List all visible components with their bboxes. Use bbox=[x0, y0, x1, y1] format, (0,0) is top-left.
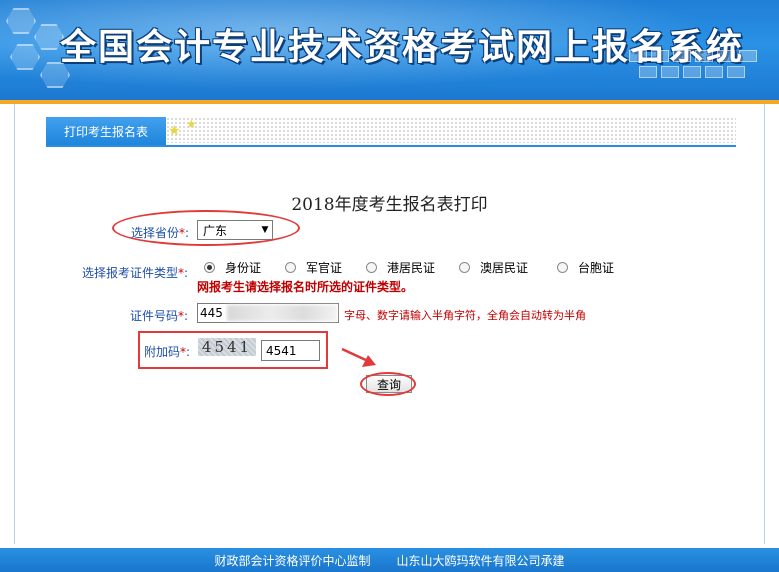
radio-button[interactable] bbox=[557, 262, 568, 273]
tab-print-registration[interactable]: 打印考生报名表 bbox=[46, 117, 166, 145]
idnum-hint: 字母、数字请输入半角字符，全角会自动转为半角 bbox=[344, 309, 586, 322]
idnum-input[interactable]: 445 bbox=[197, 303, 339, 323]
header-banner: 全国会计专业技术资格考试网上报名系统 bbox=[0, 0, 779, 100]
radio-hk-resident[interactable]: 港居民证 bbox=[366, 259, 435, 276]
idnum-input-value: 445 bbox=[200, 306, 223, 320]
idnum-label-text: 证件号码 bbox=[130, 309, 179, 323]
radio-label: 军官证 bbox=[306, 261, 343, 275]
frame-border-left bbox=[14, 104, 15, 544]
radio-label: 港居民证 bbox=[387, 261, 436, 275]
radio-button[interactable] bbox=[204, 262, 215, 273]
radio-button[interactable] bbox=[459, 262, 470, 273]
idtype-label-text: 选择报考证件类型 bbox=[82, 266, 179, 280]
idnum-label: 证件号码*: bbox=[130, 309, 189, 323]
frame-border-right bbox=[764, 104, 765, 544]
tab-underline bbox=[46, 145, 736, 147]
page-title: 2018年度考生报名表打印 bbox=[291, 195, 488, 215]
annotation-ellipse-query bbox=[360, 372, 416, 396]
footer-supervisor: 财政部会计资格评价中心监制 bbox=[214, 553, 371, 568]
radio-label: 台胞证 bbox=[578, 261, 615, 275]
required-mark: * bbox=[178, 309, 185, 323]
star-icon: ★ bbox=[168, 123, 181, 139]
radio-label: 身份证 bbox=[225, 261, 262, 275]
radio-id-card[interactable]: 身份证 bbox=[204, 259, 261, 276]
idtype-warning: 网报考生请选择报名时所选的证件类型。 bbox=[197, 280, 414, 294]
annotation-arrow-icon bbox=[341, 347, 376, 367]
footer-builder: 山东山大鸥玛软件有限公司承建 bbox=[396, 553, 565, 568]
radio-label: 澳居民证 bbox=[480, 261, 529, 275]
radio-button[interactable] bbox=[366, 262, 377, 273]
footer: 财政部会计资格评价中心监制 山东山大鸥玛软件有限公司承建 bbox=[0, 548, 779, 572]
annotation-box-captcha bbox=[138, 331, 328, 369]
annotation-ellipse-province bbox=[112, 210, 300, 246]
required-mark: * bbox=[178, 266, 185, 280]
header-divider bbox=[0, 100, 779, 104]
idtype-label: 选择报考证件类型*: bbox=[82, 266, 189, 280]
radio-military-id[interactable]: 军官证 bbox=[285, 259, 342, 276]
radio-taiwan-compatriot[interactable]: 台胞证 bbox=[557, 259, 614, 276]
radio-macau-resident[interactable]: 澳居民证 bbox=[459, 259, 528, 276]
keyboard-decoration bbox=[629, 10, 759, 90]
redacted-blur bbox=[226, 305, 337, 321]
star-icon: ★ bbox=[186, 117, 197, 131]
radio-button[interactable] bbox=[285, 262, 296, 273]
